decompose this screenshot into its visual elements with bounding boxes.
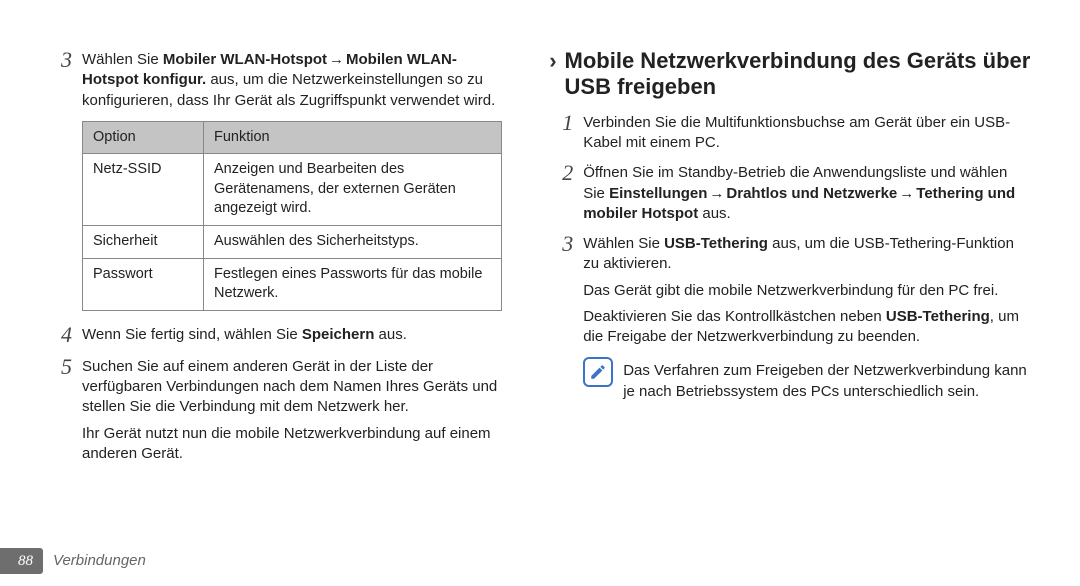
col-header-function: Funktion <box>204 121 502 154</box>
pencil-note-icon <box>589 363 607 381</box>
bold-text: Einstellungen <box>609 185 707 202</box>
step-continuation: Deaktivieren Sie das Kontrollkästchen ne… <box>583 307 1032 348</box>
table-header-row: Option Funktion <box>83 121 502 154</box>
cell-option: Sicherheit <box>83 226 204 259</box>
step-number: 1 <box>549 111 583 135</box>
table-row: Sicherheit Auswählen des Sicherheitstyps… <box>83 226 502 259</box>
right-step-3: 3 Wählen Sie USB-Tethering aus, um die U… <box>549 232 1032 347</box>
text: Suchen Sie auf einem anderen Gerät in de… <box>82 358 497 416</box>
options-table: Option Funktion Netz-SSID Anzeigen und B… <box>82 121 502 311</box>
note-icon <box>583 357 613 387</box>
step-body: Wählen Sie Mobiler WLAN-Hotspot → Mobile… <box>82 48 509 111</box>
step-continuation: Das Gerät gibt die mobile Netzwerkverbin… <box>583 281 1032 301</box>
page-container: 3 Wählen Sie Mobiler WLAN-Hotspot → Mobi… <box>0 0 1080 586</box>
bold-text: Drahtlos und Netzwerke <box>726 185 897 202</box>
cell-function: Anzeigen und Bearbeiten des Gerätenamens… <box>204 154 502 226</box>
heading-marker-icon: › <box>549 48 556 72</box>
cell-function: Festlegen eines Passworts für das mobile… <box>204 258 502 310</box>
arrow-icon: → <box>327 50 346 70</box>
text: Deaktivieren Sie das Kontrollkästchen ne… <box>583 308 886 325</box>
cell-option: Passwort <box>83 258 204 310</box>
left-step-4: 4 Wenn Sie fertig sind, wählen Sie Speic… <box>48 323 509 347</box>
table-row: Passwort Festlegen eines Passworts für d… <box>83 258 502 310</box>
section-heading: › Mobile Netzwerkverbindung des Geräts ü… <box>549 48 1032 101</box>
text: Wählen Sie <box>82 51 163 68</box>
arrow-icon: → <box>897 184 916 204</box>
text: Verbinden Sie die Multifunktionsbuchse a… <box>583 114 1010 151</box>
bold-text: USB-Tethering <box>664 235 768 252</box>
arrow-icon: → <box>707 184 726 204</box>
table-row: Netz-SSID Anzeigen und Bearbeiten des Ge… <box>83 154 502 226</box>
left-step-3: 3 Wählen Sie Mobiler WLAN-Hotspot → Mobi… <box>48 48 509 111</box>
bold-text: USB-Tethering <box>886 308 990 325</box>
step-body: Wenn Sie fertig sind, wählen Sie Speiche… <box>82 323 509 345</box>
step-body: Wählen Sie USB-Tethering aus, um die USB… <box>583 232 1032 347</box>
step-number: 3 <box>549 232 583 256</box>
text: aus. <box>698 205 731 222</box>
step-body: Verbinden Sie die Multifunktionsbuchse a… <box>583 111 1032 154</box>
note-text: Das Verfahren zum Freigeben der Netzwerk… <box>623 357 1032 402</box>
bold-text: Speichern <box>302 326 375 343</box>
cell-option: Netz-SSID <box>83 154 204 226</box>
col-header-option: Option <box>83 121 204 154</box>
step-number: 2 <box>549 161 583 185</box>
info-note: Das Verfahren zum Freigeben der Netzwerk… <box>583 357 1032 402</box>
step-number: 4 <box>48 323 82 347</box>
right-step-2: 2 Öffnen Sie im Standby-Betrieb die Anwe… <box>549 161 1032 224</box>
cell-function: Auswählen des Sicherheitstyps. <box>204 226 502 259</box>
step-body: Öffnen Sie im Standby-Betrieb die Anwend… <box>583 161 1032 224</box>
text: Wenn Sie fertig sind, wählen Sie <box>82 326 302 343</box>
step-continuation: Ihr Gerät nutzt nun die mobile Netzwerkv… <box>82 424 509 465</box>
left-column: 3 Wählen Sie Mobiler WLAN-Hotspot → Mobi… <box>48 48 509 586</box>
section-name: Verbindungen <box>53 551 146 571</box>
text: Wählen Sie <box>583 235 664 252</box>
bold-text: Mobiler WLAN-Hotspot <box>163 51 327 68</box>
text: aus. <box>374 326 407 343</box>
heading-text: Mobile Netzwerkverbindung des Geräts übe… <box>565 48 1032 101</box>
right-column: › Mobile Netzwerkverbindung des Geräts ü… <box>549 48 1032 586</box>
left-step-5: 5 Suchen Sie auf einem anderen Gerät in … <box>48 355 509 464</box>
right-step-1: 1 Verbinden Sie die Multifunktionsbuchse… <box>549 111 1032 154</box>
page-number: 88 <box>0 548 43 574</box>
step-number: 3 <box>48 48 82 72</box>
step-number: 5 <box>48 355 82 379</box>
page-footer: 88 Verbindungen <box>0 548 146 574</box>
step-body: Suchen Sie auf einem anderen Gerät in de… <box>82 355 509 464</box>
